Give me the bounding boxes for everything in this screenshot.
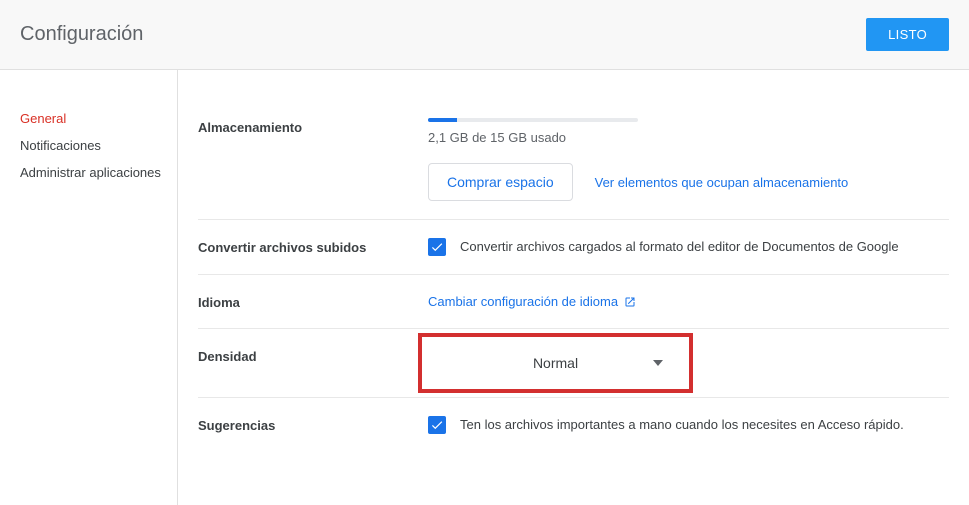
density-content: Normal xyxy=(428,347,949,379)
view-storage-items-link[interactable]: Ver elementos que ocupan almacenamiento xyxy=(595,175,849,190)
density-select-value: Normal xyxy=(533,355,578,371)
suggestions-row: Sugerencias Ten los archivos importantes… xyxy=(198,397,949,452)
convert-row: Convertir archivos subidos Convertir arc… xyxy=(198,219,949,274)
settings-sidebar: General Notificaciones Administrar aplic… xyxy=(0,70,178,505)
checkmark-icon xyxy=(430,240,444,254)
settings-main: Almacenamiento 2,1 GB de 15 GB usado Com… xyxy=(178,70,969,505)
storage-row: Almacenamiento 2,1 GB de 15 GB usado Com… xyxy=(198,100,949,219)
language-content: Cambiar configuración de idioma xyxy=(428,293,949,310)
convert-content: Convertir archivos cargados al formato d… xyxy=(428,238,949,256)
language-row: Idioma Cambiar configuración de idioma xyxy=(198,274,949,328)
sidebar-item-manage-apps[interactable]: Administrar aplicaciones xyxy=(20,159,177,186)
suggestions-checkbox[interactable] xyxy=(428,416,446,434)
storage-usage-text: 2,1 GB de 15 GB usado xyxy=(428,130,949,145)
convert-checkbox[interactable] xyxy=(428,238,446,256)
suggestions-content: Ten los archivos importantes a mano cuan… xyxy=(428,416,949,434)
storage-content: 2,1 GB de 15 GB usado Comprar espacio Ve… xyxy=(428,118,949,201)
change-language-link[interactable]: Cambiar configuración de idioma xyxy=(428,294,636,309)
change-language-link-text: Cambiar configuración de idioma xyxy=(428,294,618,309)
suggestions-checkbox-label: Ten los archivos importantes a mano cuan… xyxy=(460,416,904,432)
density-label: Densidad xyxy=(198,347,428,379)
content-area: General Notificaciones Administrar aplic… xyxy=(0,70,969,505)
convert-checkbox-row: Convertir archivos cargados al formato d… xyxy=(428,238,949,256)
storage-progress-fill xyxy=(428,118,457,122)
suggestions-checkbox-row: Ten los archivos importantes a mano cuan… xyxy=(428,416,949,434)
header-bar: Configuración LISTO xyxy=(0,0,969,70)
sidebar-item-notifications[interactable]: Notificaciones xyxy=(20,132,177,159)
chevron-down-icon xyxy=(653,360,663,366)
density-row: Densidad Normal xyxy=(198,328,949,397)
convert-checkbox-label: Convertir archivos cargados al formato d… xyxy=(460,238,899,254)
storage-progress-bar xyxy=(428,118,638,122)
density-select-wrap: Normal xyxy=(428,347,683,379)
suggestions-label: Sugerencias xyxy=(198,416,428,434)
checkmark-icon xyxy=(430,418,444,432)
storage-label: Almacenamiento xyxy=(198,118,428,201)
storage-actions: Comprar espacio Ver elementos que ocupan… xyxy=(428,163,949,201)
density-select[interactable]: Normal xyxy=(428,347,683,379)
external-link-icon xyxy=(624,296,636,308)
language-label: Idioma xyxy=(198,293,428,310)
convert-label: Convertir archivos subidos xyxy=(198,238,428,256)
buy-storage-button[interactable]: Comprar espacio xyxy=(428,163,573,201)
done-button[interactable]: LISTO xyxy=(866,18,949,51)
sidebar-item-general[interactable]: General xyxy=(20,105,177,132)
page-title: Configuración xyxy=(20,23,143,46)
